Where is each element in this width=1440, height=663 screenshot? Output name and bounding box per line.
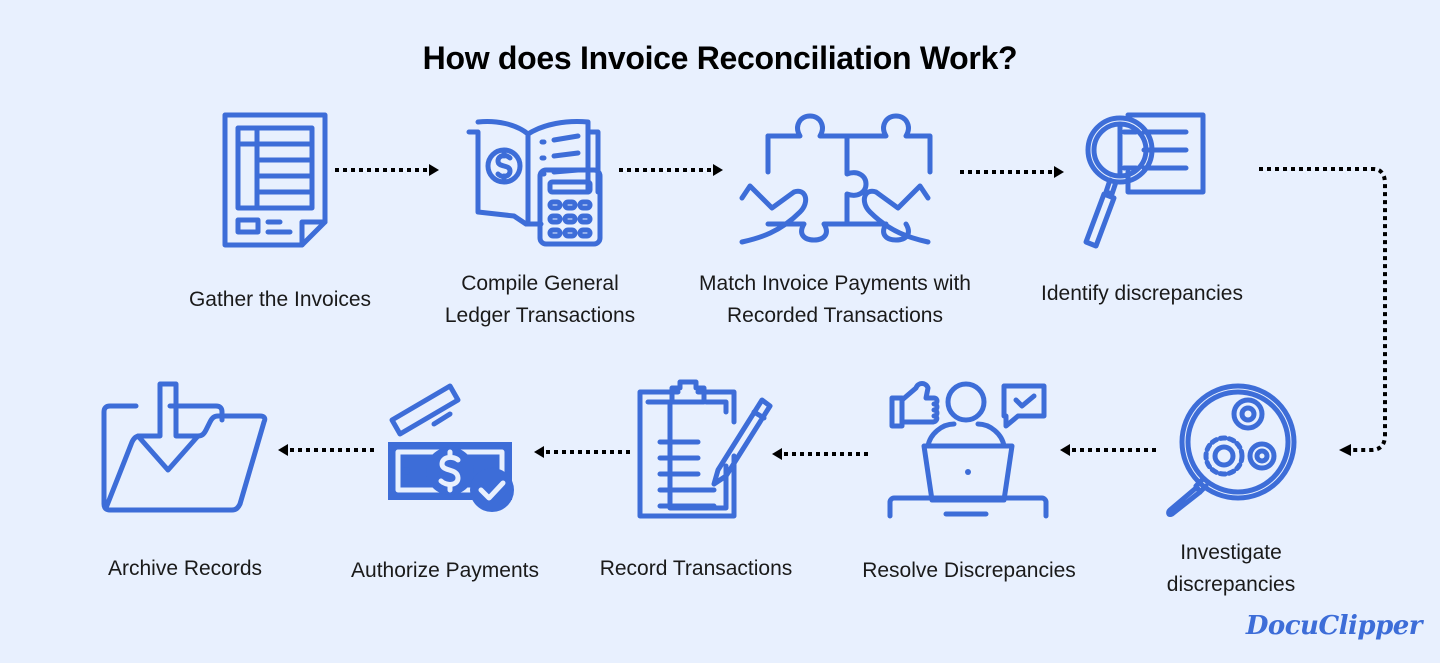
money-card-check-icon [386,380,514,512]
magnifier-document-icon [1082,112,1206,249]
step-5-label: Investigate discrepancies [1166,541,1296,596]
magnifier-gears-icon [1166,383,1297,517]
ledger-calculator-icon [466,112,603,247]
step-4-label: Identify discrepancies [1041,282,1243,305]
arrow-6-to-7 [770,447,870,461]
arrow-1-to-2 [333,163,441,177]
person-laptop-feedback-icon [887,380,1049,519]
arrow-7-to-8 [532,445,632,459]
invoice-document-icon [222,112,328,248]
folder-download-icon [101,378,268,513]
step-9-label: Archive Records [107,557,263,580]
step-2-label: Compile General Ledger Transactions [444,272,636,327]
arrow-5-to-6 [1058,443,1158,457]
puzzle-hands-icon [739,112,933,245]
step-7-label: Record Transactions [599,557,793,580]
arrow-2-to-3 [617,163,725,177]
docuclipper-logo: DocuClipper [1245,611,1423,641]
arrow-3-to-4 [958,165,1066,179]
arrow-8-to-9 [276,443,376,457]
diagram-title: How does Invoice Reconciliation Work? [422,40,1018,76]
step-3-label: Match Invoice Payments with Recorded Tra… [699,272,971,327]
clipboard-pencil-icon [637,379,773,519]
step-6-label: Resolve Discrepancies [862,559,1076,582]
step-1-label: Gather the Invoices [188,288,372,311]
step-8-label: Authorize Payments [351,559,539,582]
